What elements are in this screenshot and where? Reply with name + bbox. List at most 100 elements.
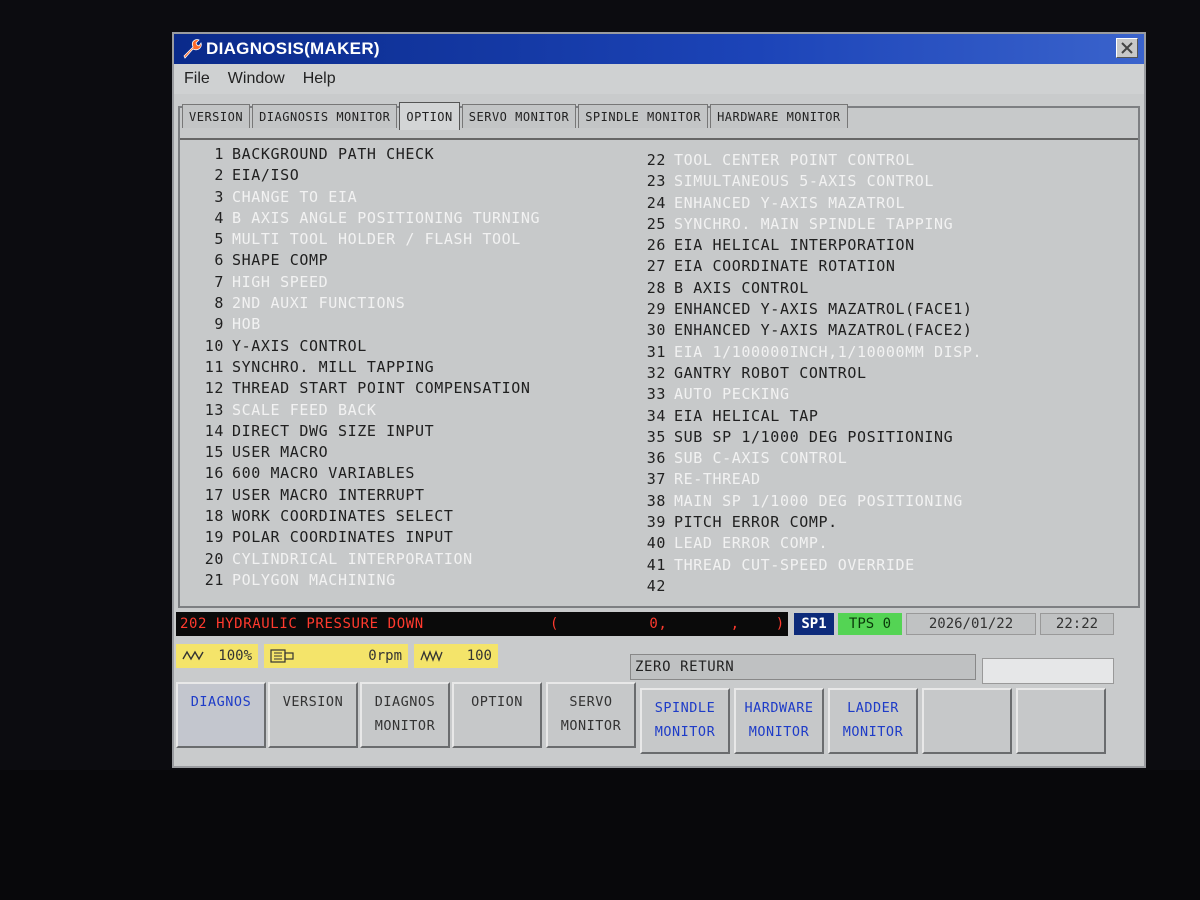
option-name: SUB SP 1/1000 DEG POSITIONING [674,427,954,446]
option-number: 30 [646,321,666,340]
softkey-servo-monitor[interactable]: SERVO MONITOR [546,682,636,748]
tab-diagnosis-monitor[interactable]: DIAGNOSIS MONITOR [252,104,398,128]
option-number: 31 [646,342,666,361]
softkey-label-line1: SERVO [569,694,613,710]
option-number: 1 [214,145,224,163]
option-item: 33 AUTO PECKING [638,384,982,405]
option-number: 21 [204,570,224,589]
option-item: 2 EIA/ISO [196,165,540,186]
option-name: TOOL CENTER POINT CONTROL [674,151,915,169]
option-number: 28 [646,278,666,297]
option-item: 25 SYNCHRO. MAIN SPINDLE TAPPING [638,214,982,235]
option-number: 4 [214,208,224,227]
option-number: 42 [646,576,666,595]
softkey-spindle-monitor[interactable]: SPINDLE MONITOR [640,688,730,754]
option-number: 34 [646,406,666,425]
softkey-blank-2[interactable] [1016,688,1106,754]
menu-bar: File Window Help [174,64,1144,94]
option-item: 36 SUB C-AXIS CONTROL [638,448,982,469]
option-number: 12 [204,379,224,398]
date-display: 2026/01/22 [906,613,1036,635]
option-item: 40 LEAD ERROR COMP. [638,533,982,554]
option-number: 23 [646,172,666,191]
option-name: MULTI TOOL HOLDER / FLASH TOOL [232,230,521,249]
option-name: ENHANCED Y-AXIS MAZATROL [674,193,906,212]
close-icon [1121,42,1133,54]
option-name: RE-THREAD [674,470,761,489]
option-name: DIRECT DWG SIZE INPUT [232,421,435,440]
spindle-speed-gauge: 0rpm [264,644,408,668]
tab-servo-monitor[interactable]: SERVO MONITOR [461,104,577,128]
spindle-icon [270,649,294,663]
option-item: 41 THREAD CUT-SPEED OVERRIDE [638,555,982,576]
option-name: USER MACRO [232,443,329,462]
softkey-blank-1[interactable] [922,688,1012,754]
softkey-hardware-monitor[interactable]: HARDWARE MONITOR [734,688,824,754]
option-name: B AXIS ANGLE POSITIONING TURNING [232,208,541,227]
option-item: 10 Y-AXIS CONTROL [196,336,540,357]
option-number: 19 [204,528,224,547]
window-title: DIAGNOSIS(MAKER) [206,39,380,58]
option-number: 13 [204,400,224,419]
option-item: 32 GANTRY ROBOT CONTROL [638,363,982,384]
softkey-version[interactable]: VERSION [268,682,358,748]
option-number: 37 [646,470,666,489]
option-name: USER MACRO INTERRUPT [232,485,425,504]
tab-hardware-monitor[interactable]: HARDWARE MONITOR [710,104,848,128]
option-item: 7 HIGH SPEED [196,272,540,293]
option-item: 38 MAIN SP 1/1000 DEG POSITIONING [638,491,982,512]
softkey-label-line1: HARDWARE [744,700,814,716]
menu-window[interactable]: Window [228,70,285,88]
option-name: Y-AXIS CONTROL [232,336,367,355]
option-item: 12 THREAD START POINT COMPENSATION [196,378,540,399]
softkey-label-line2 [178,714,264,738]
option-item: 5 MULTI TOOL HOLDER / FLASH TOOL [196,229,540,250]
softkey-ladder-monitor[interactable]: LADDER MONITOR [828,688,918,754]
alarm-coordinates: ( 0, , ) [550,616,785,632]
option-item: 30 ENHANCED Y-AXIS MAZATROL(FACE2) [638,320,982,341]
option-item: 16 600 MACRO VARIABLES [196,463,540,484]
option-name: 2ND AUXI FUNCTIONS [232,294,406,313]
option-item: 35 SUB SP 1/1000 DEG POSITIONING [638,427,982,448]
option-item: 34 EIA HELICAL TAP [638,406,982,427]
option-item: 29 ENHANCED Y-AXIS MAZATROL(FACE1) [638,299,982,320]
option-number: 36 [646,449,666,468]
status-bar: 202 HYDRAULIC PRESSURE DOWN ( 0, , ) SP1… [174,612,1144,638]
option-number: 38 [646,491,666,510]
option-name: LEAD ERROR COMP. [674,534,829,553]
softkey-diagnos-monitor[interactable]: DIAGNOS MONITOR [360,682,450,748]
option-name: ENHANCED Y-AXIS MAZATROL(FACE1) [674,300,973,319]
option-number: 6 [214,251,224,270]
option-name: EIA HELICAL TAP [674,406,819,425]
menu-file[interactable]: File [184,70,210,88]
tab-option[interactable]: OPTION [399,102,460,130]
tab-divider [180,138,1138,140]
option-number: 39 [646,513,666,532]
option-name: HOB [232,315,261,334]
alarm-display: 202 HYDRAULIC PRESSURE DOWN ( 0, , ) [176,612,788,636]
option-number: 35 [646,427,666,446]
tab-version[interactable]: VERSION [182,104,251,128]
option-number: 8 [214,294,224,313]
feed-override-value: 100% [218,648,252,664]
softkey-diagnos[interactable]: DIAGNOS [176,682,266,748]
tab-spindle-monitor[interactable]: SPINDLE MONITOR [578,104,709,128]
option-name: THREAD CUT-SPEED OVERRIDE [674,555,915,574]
option-name: THREAD START POINT COMPENSATION [232,379,531,398]
option-name: PITCH ERROR COMP. [674,513,838,532]
spindle-tag: SP1 [794,613,834,635]
option-name: EIA 1/100000INCH,1/10000MM DISP. [674,342,983,361]
softkey-bar: DIAGNOS VERSION DIAGNOS MONITOR OPTION SERVO M… [176,682,1116,762]
option-item: 31 EIA 1/100000INCH,1/10000MM DISP. [638,342,982,363]
softkey-label-line1: VERSION [282,694,344,710]
option-item: 9 HOB [196,314,540,335]
option-number: 3 [214,187,224,206]
option-item: 20 CYLINDRICAL INTERPORATION [196,549,540,570]
option-number: 26 [646,236,666,255]
softkey-label-line2: MONITOR [654,724,716,740]
softkey-option[interactable]: OPTION [452,682,542,748]
option-name: 600 MACRO VARIABLES [232,464,415,483]
close-button[interactable] [1116,38,1138,58]
option-item: 14 DIRECT DWG SIZE INPUT [196,421,540,442]
menu-help[interactable]: Help [303,70,336,88]
